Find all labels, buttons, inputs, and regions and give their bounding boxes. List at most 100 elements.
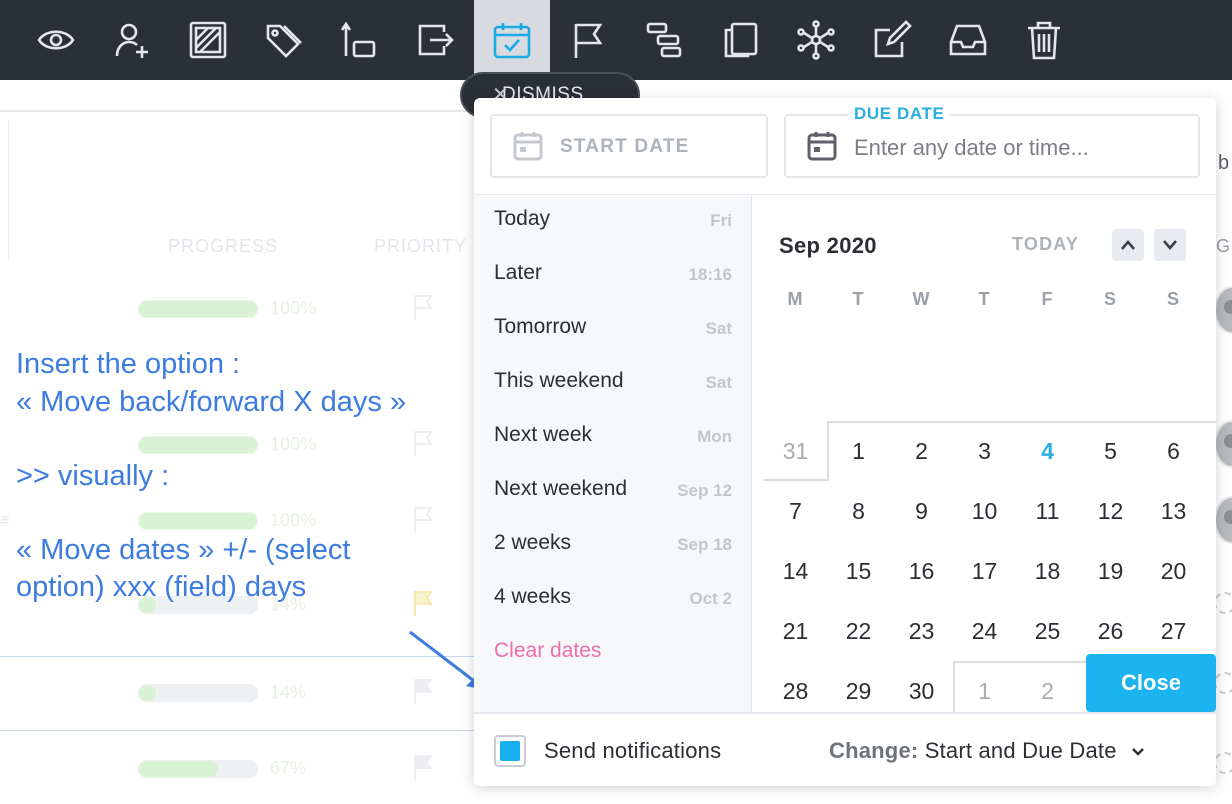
dependencies-button[interactable] — [626, 0, 702, 80]
calendar-day[interactable]: 17 — [953, 541, 1016, 601]
calendar-day[interactable]: 5 — [1079, 421, 1142, 481]
start-date-field[interactable]: START DATE — [490, 114, 768, 178]
quick-option-label: Later — [494, 261, 542, 284]
due-date-field[interactable]: DUE DATE — [784, 104, 1200, 178]
calendar-day[interactable]: 25 — [1016, 601, 1079, 661]
priority-button[interactable] — [550, 0, 626, 80]
quick-option-hint: Sat — [705, 319, 732, 338]
quick-option-next-week[interactable]: Next week Mon — [474, 411, 752, 465]
column-header-fragment: G — [1216, 236, 1231, 256]
quick-option-this-weekend[interactable]: This weekend Sat — [474, 357, 752, 411]
calendar-day[interactable]: 4 — [1016, 421, 1079, 481]
progress-bar — [138, 760, 258, 778]
progress-bar — [138, 300, 258, 318]
progress-bar — [138, 512, 258, 530]
calendar-day[interactable]: 28 — [764, 661, 827, 712]
calendar-day[interactable]: 14 — [764, 541, 827, 601]
change-dropdown[interactable]: Change: Start and Due Date — [829, 738, 1145, 764]
quick-option-hint: Sep 18 — [677, 535, 732, 554]
quick-option-4-weeks[interactable]: 4 weeks Oct 2 — [474, 573, 752, 627]
quick-option-label: 2 weeks — [494, 531, 572, 554]
priority-flag-icon — [414, 755, 433, 780]
next-month-button[interactable] — [1154, 229, 1186, 261]
calendar-day[interactable]: 11 — [1016, 481, 1079, 541]
table-row[interactable]: 100% — [0, 295, 480, 338]
calendar-day[interactable]: 6 — [1142, 421, 1205, 481]
due-date-input[interactable] — [854, 135, 1184, 161]
calendar-day[interactable]: 1 — [953, 661, 1016, 712]
quick-options-list: Today Fri Later 18:16 Tomorrow Sat This … — [474, 195, 752, 712]
quick-option-today[interactable]: Today Fri — [474, 195, 752, 249]
quick-option-hint: Sat — [705, 373, 732, 392]
calendar-day[interactable]: 2 — [890, 421, 953, 481]
watch-button[interactable] — [18, 0, 94, 80]
assignee-placeholder[interactable] — [1214, 752, 1232, 774]
calendar-day[interactable]: 13 — [1142, 481, 1205, 541]
assignee-placeholder[interactable] — [1214, 592, 1232, 614]
progress-percent: 100% — [270, 510, 317, 530]
cover-image-button[interactable] — [170, 0, 246, 80]
duplicate-button[interactable] — [702, 0, 778, 80]
priority-flag-icon — [414, 295, 433, 320]
previous-month-button[interactable] — [1112, 229, 1144, 261]
calendar-day[interactable]: 7 — [764, 481, 827, 541]
move-task-button[interactable] — [398, 0, 474, 80]
close-button[interactable]: Close — [1086, 654, 1216, 712]
progress-percent: 100% — [270, 298, 317, 318]
send-notifications-checkbox[interactable] — [494, 735, 526, 767]
annotation-line: « Move dates » +/- (select — [16, 534, 351, 566]
calendar-day[interactable]: 12 — [1079, 481, 1142, 541]
calendar-day[interactable]: 15 — [827, 541, 890, 601]
divider — [0, 110, 480, 112]
quick-option-hint: Sep 12 — [677, 481, 732, 500]
today-button[interactable]: TODAY — [1012, 234, 1079, 255]
subtask-button[interactable] — [322, 0, 398, 80]
weekday-header: S — [1103, 289, 1117, 309]
calendar-day[interactable]: 21 — [764, 601, 827, 661]
calendar-day[interactable]: 22 — [827, 601, 890, 661]
calendar-day[interactable]: 30 — [890, 661, 953, 712]
edit-button[interactable] — [854, 0, 930, 80]
calendar-day[interactable]: 1 — [827, 421, 890, 481]
clear-dates-label: Clear dates — [494, 639, 602, 662]
calendar-day[interactable]: 23 — [890, 601, 953, 661]
calendar-day[interactable]: 16 — [890, 541, 953, 601]
column-header-fragment: b — [1218, 152, 1230, 174]
calendar-day[interactable]: 18 — [1016, 541, 1079, 601]
archive-button[interactable] — [930, 0, 1006, 80]
calendar-day[interactable]: 24 — [953, 601, 1016, 661]
delete-button[interactable] — [1006, 0, 1082, 80]
calendar-icon — [513, 132, 543, 161]
calendar-day[interactable]: 20 — [1142, 541, 1205, 601]
divider — [0, 730, 480, 731]
quick-option-later[interactable]: Later 18:16 — [474, 249, 752, 303]
relationships-button[interactable] — [778, 0, 854, 80]
calendar-icon — [807, 132, 837, 161]
calendar-day[interactable]: 19 — [1079, 541, 1142, 601]
calendar-day[interactable]: 3 — [953, 421, 1016, 481]
table-row[interactable]: 67% — [0, 755, 480, 798]
annotation-line: Insert the option : — [16, 348, 241, 380]
quick-option-2-weeks[interactable]: 2 weeks Sep 18 — [474, 519, 752, 573]
clear-dates-link[interactable]: Clear dates — [474, 627, 752, 681]
chevron-up-icon — [1121, 240, 1135, 250]
quick-option-next-weekend[interactable]: Next weekend Sep 12 — [474, 465, 752, 519]
calendar-day[interactable]: 8 — [827, 481, 890, 541]
calendar-day[interactable]: 27 — [1142, 601, 1205, 661]
assign-user-button[interactable] — [94, 0, 170, 80]
calendar-day[interactable]: 29 — [827, 661, 890, 712]
calendar-day[interactable]: 26 — [1079, 601, 1142, 661]
due-date-button[interactable] — [474, 0, 550, 80]
calendar-day[interactable]: 10 — [953, 481, 1016, 541]
export-icon — [418, 24, 454, 56]
calendar: Sep 2020 TODAY M T W T F S S 31 1 2 3 4 5 6 7 8 9… — [753, 195, 1216, 712]
calendar-day[interactable]: 31 — [764, 421, 827, 481]
quick-option-tomorrow[interactable]: Tomorrow Sat — [474, 303, 752, 357]
calendar-day[interactable]: 2 — [1016, 661, 1079, 712]
tags-button[interactable] — [246, 0, 322, 80]
calendar-day[interactable]: 9 — [890, 481, 953, 541]
annotation-line: >> visually : — [16, 460, 170, 492]
assignee-placeholder[interactable] — [1214, 672, 1232, 694]
checkbox-checked-indicator — [500, 741, 520, 761]
weekday-header: T — [852, 289, 865, 309]
